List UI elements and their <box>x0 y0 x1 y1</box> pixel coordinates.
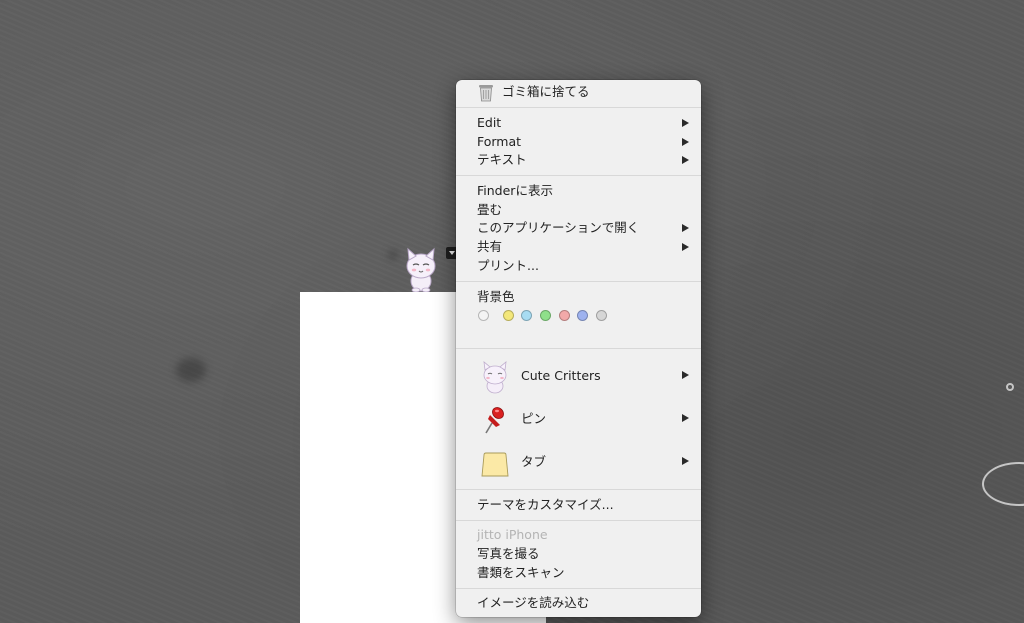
menu-item-collapse[interactable]: 畳む <box>456 201 701 219</box>
chalk-smudge <box>388 250 398 260</box>
menu-item-label: テーマをカスタマイズ... <box>477 497 614 512</box>
chalk-scribble <box>982 462 1024 506</box>
menu-separator <box>456 520 701 521</box>
background-color-heading: 背景色 <box>456 288 701 306</box>
color-swatch-green[interactable] <box>540 310 551 321</box>
color-swatch-none[interactable] <box>478 310 489 321</box>
pushpin-icon <box>485 407 504 434</box>
menu-item-label: Finderに表示 <box>477 183 553 198</box>
menu-item-cute-critters[interactable]: Cute Critters <box>456 356 701 396</box>
menu-item-label: Format <box>477 134 522 149</box>
submenu-arrow-icon <box>682 156 689 164</box>
menu-item-tab[interactable]: タブ <box>456 442 701 482</box>
menu-section-label: 背景色 <box>477 289 515 304</box>
color-swatch-yellow[interactable] <box>503 310 514 321</box>
iphone-device-heading: jitto iPhone <box>456 526 701 544</box>
menu-item-import-image[interactable]: イメージを読み込む <box>456 594 701 612</box>
context-menu: ゴミ箱に捨てる Edit Format テキスト Finderに表示 畳む この… <box>456 80 701 617</box>
menu-item-label: 写真を撮る <box>477 546 540 561</box>
menu-separator <box>456 175 701 176</box>
menu-item-text[interactable]: テキスト <box>456 151 701 169</box>
menu-item-label: Cute Critters <box>521 368 601 383</box>
menu-separator <box>456 107 701 108</box>
menu-item-label: タブ <box>521 454 547 469</box>
chalk-dot <box>1006 383 1014 391</box>
menu-item-share[interactable]: 共有 <box>456 238 701 256</box>
menu-separator <box>456 281 701 282</box>
submenu-arrow-icon <box>682 371 689 379</box>
menu-separator <box>456 489 701 490</box>
menu-item-label: イメージを読み込む <box>477 595 590 610</box>
submenu-arrow-icon <box>682 243 689 251</box>
cat-sticker-icon[interactable] <box>403 244 439 292</box>
submenu-arrow-icon <box>682 138 689 146</box>
menu-item-print[interactable]: プリント... <box>456 257 701 275</box>
menu-item-show-in-finder[interactable]: Finderに表示 <box>456 182 701 200</box>
submenu-arrow-icon <box>682 414 689 422</box>
menu-item-move-to-trash[interactable]: ゴミ箱に捨てる <box>456 83 701 102</box>
menu-item-scan-documents[interactable]: 書類をスキャン <box>456 564 701 582</box>
submenu-arrow-icon <box>682 224 689 232</box>
color-swatch-light-blue[interactable] <box>521 310 532 321</box>
menu-item-label: ゴミ箱に捨てる <box>502 84 590 99</box>
submenu-arrow-icon <box>682 457 689 465</box>
menu-item-customize-theme[interactable]: テーマをカスタマイズ... <box>456 496 701 514</box>
submenu-arrow-icon <box>682 119 689 127</box>
menu-item-pin[interactable]: ピン <box>456 399 701 439</box>
cat-icon <box>483 361 507 394</box>
color-swatch-gray[interactable] <box>596 310 607 321</box>
menu-separator <box>456 588 701 589</box>
menu-section-label: jitto iPhone <box>477 527 548 542</box>
tab-icon <box>481 452 509 477</box>
menu-item-label: テキスト <box>477 152 527 167</box>
menu-item-label: 共有 <box>477 239 503 254</box>
chalk-smudge <box>176 358 206 382</box>
menu-item-label: ピン <box>521 411 547 426</box>
menu-item-label: 畳む <box>477 202 503 217</box>
menu-item-label: Edit <box>477 115 502 130</box>
menu-item-edit[interactable]: Edit <box>456 114 701 132</box>
menu-item-label: 書類をスキャン <box>477 565 565 580</box>
trash-icon <box>479 85 493 102</box>
menu-item-take-photo[interactable]: 写真を撮る <box>456 545 701 563</box>
menu-item-label: プリント... <box>477 258 539 273</box>
color-swatch-blue[interactable] <box>577 310 588 321</box>
menu-separator <box>456 348 701 349</box>
menu-item-format[interactable]: Format <box>456 133 701 151</box>
color-swatch-pink[interactable] <box>559 310 570 321</box>
menu-item-open-with[interactable]: このアプリケーションで開く <box>456 219 701 237</box>
menu-item-label: このアプリケーションで開く <box>477 220 640 235</box>
